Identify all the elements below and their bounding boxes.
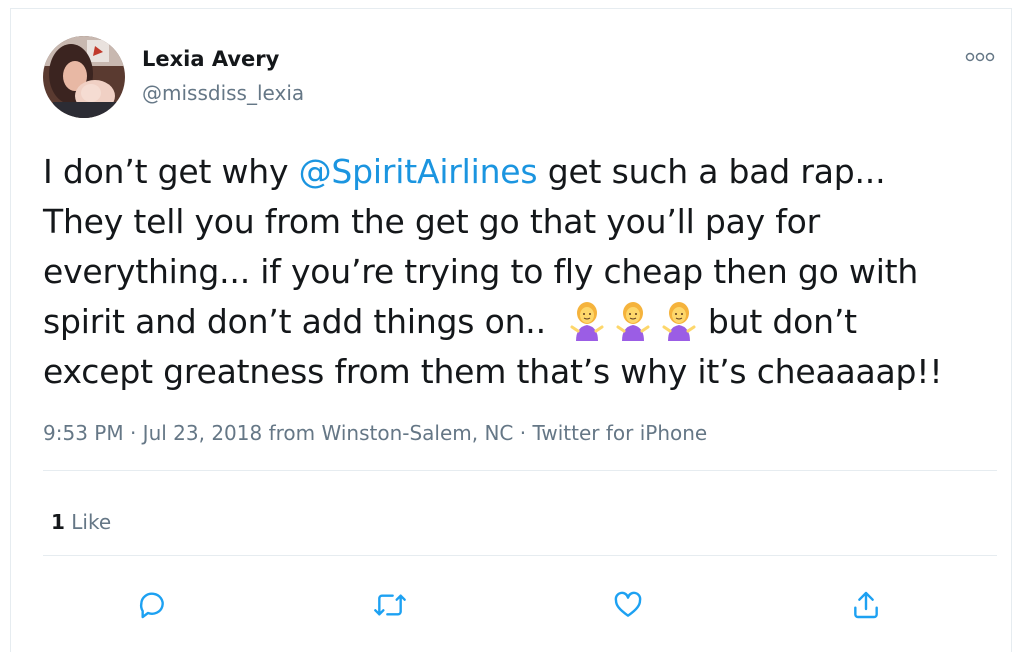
heart-icon	[614, 591, 642, 617]
separator: ·	[123, 421, 143, 445]
mention-link[interactable]: @SpiritAirlines	[299, 152, 538, 191]
tweet-text-segment: spirit and don’t add things on..	[43, 302, 546, 341]
person-shrugging-emoji	[570, 302, 604, 341]
likes-number: 1	[51, 510, 65, 534]
divider	[43, 470, 997, 471]
share-icon	[854, 591, 878, 619]
tweet-location[interactable]: Winston-Salem, NC	[322, 421, 514, 445]
likes-count[interactable]: 1 Like	[51, 510, 111, 534]
more-options-icon	[965, 52, 995, 62]
tweet-text-segment: I don’t get why	[43, 152, 299, 191]
reply-icon	[139, 592, 164, 619]
divider	[43, 555, 997, 556]
avatar[interactable]	[43, 36, 125, 118]
tweet-line: everything... if you’re trying to fly ch…	[43, 252, 919, 291]
tweet-text-segment: get such a bad rap...	[537, 152, 886, 191]
tweet-line: spirit and don’t add things on.. but don’…	[43, 297, 983, 347]
tweet-date[interactable]: Jul 23, 2018	[143, 421, 263, 445]
tweet-card: Lexia Avery @missdiss_lexia I don’t get …	[10, 8, 1012, 652]
retweet-icon	[374, 594, 406, 616]
user-handle[interactable]: @missdiss_lexia	[142, 81, 304, 105]
avatar-image	[43, 36, 125, 118]
likes-label: Like	[64, 510, 112, 534]
tweet-time[interactable]: 9:53 PM	[43, 421, 124, 445]
tweet-text: I don’t get why @SpiritAirlines get such…	[43, 147, 983, 397]
tweet-metadata: 9:53 PM · Jul 23, 2018 from Winston-Sale…	[43, 421, 707, 445]
share-button[interactable]	[844, 583, 888, 627]
separator: ·	[513, 421, 533, 445]
action-bar	[11, 583, 1013, 627]
tweet-text-segment: but don’t	[707, 302, 857, 341]
from-label: from	[262, 421, 322, 445]
more-options-button[interactable]	[963, 47, 997, 67]
tweet-line: except greatness from them that’s why it…	[43, 352, 943, 391]
user-display-name[interactable]: Lexia Avery	[142, 47, 279, 71]
reply-button[interactable]	[130, 583, 174, 627]
tweet-line: They tell you from the get go that you’l…	[43, 202, 821, 241]
tweet-source[interactable]: Twitter for iPhone	[532, 421, 707, 445]
like-button[interactable]	[606, 583, 650, 627]
tweet-line: I don’t get why @SpiritAirlines get such…	[43, 147, 983, 197]
person-shrugging-emoji	[616, 302, 650, 341]
retweet-button[interactable]	[368, 583, 412, 627]
person-shrugging-emoji	[662, 302, 696, 341]
